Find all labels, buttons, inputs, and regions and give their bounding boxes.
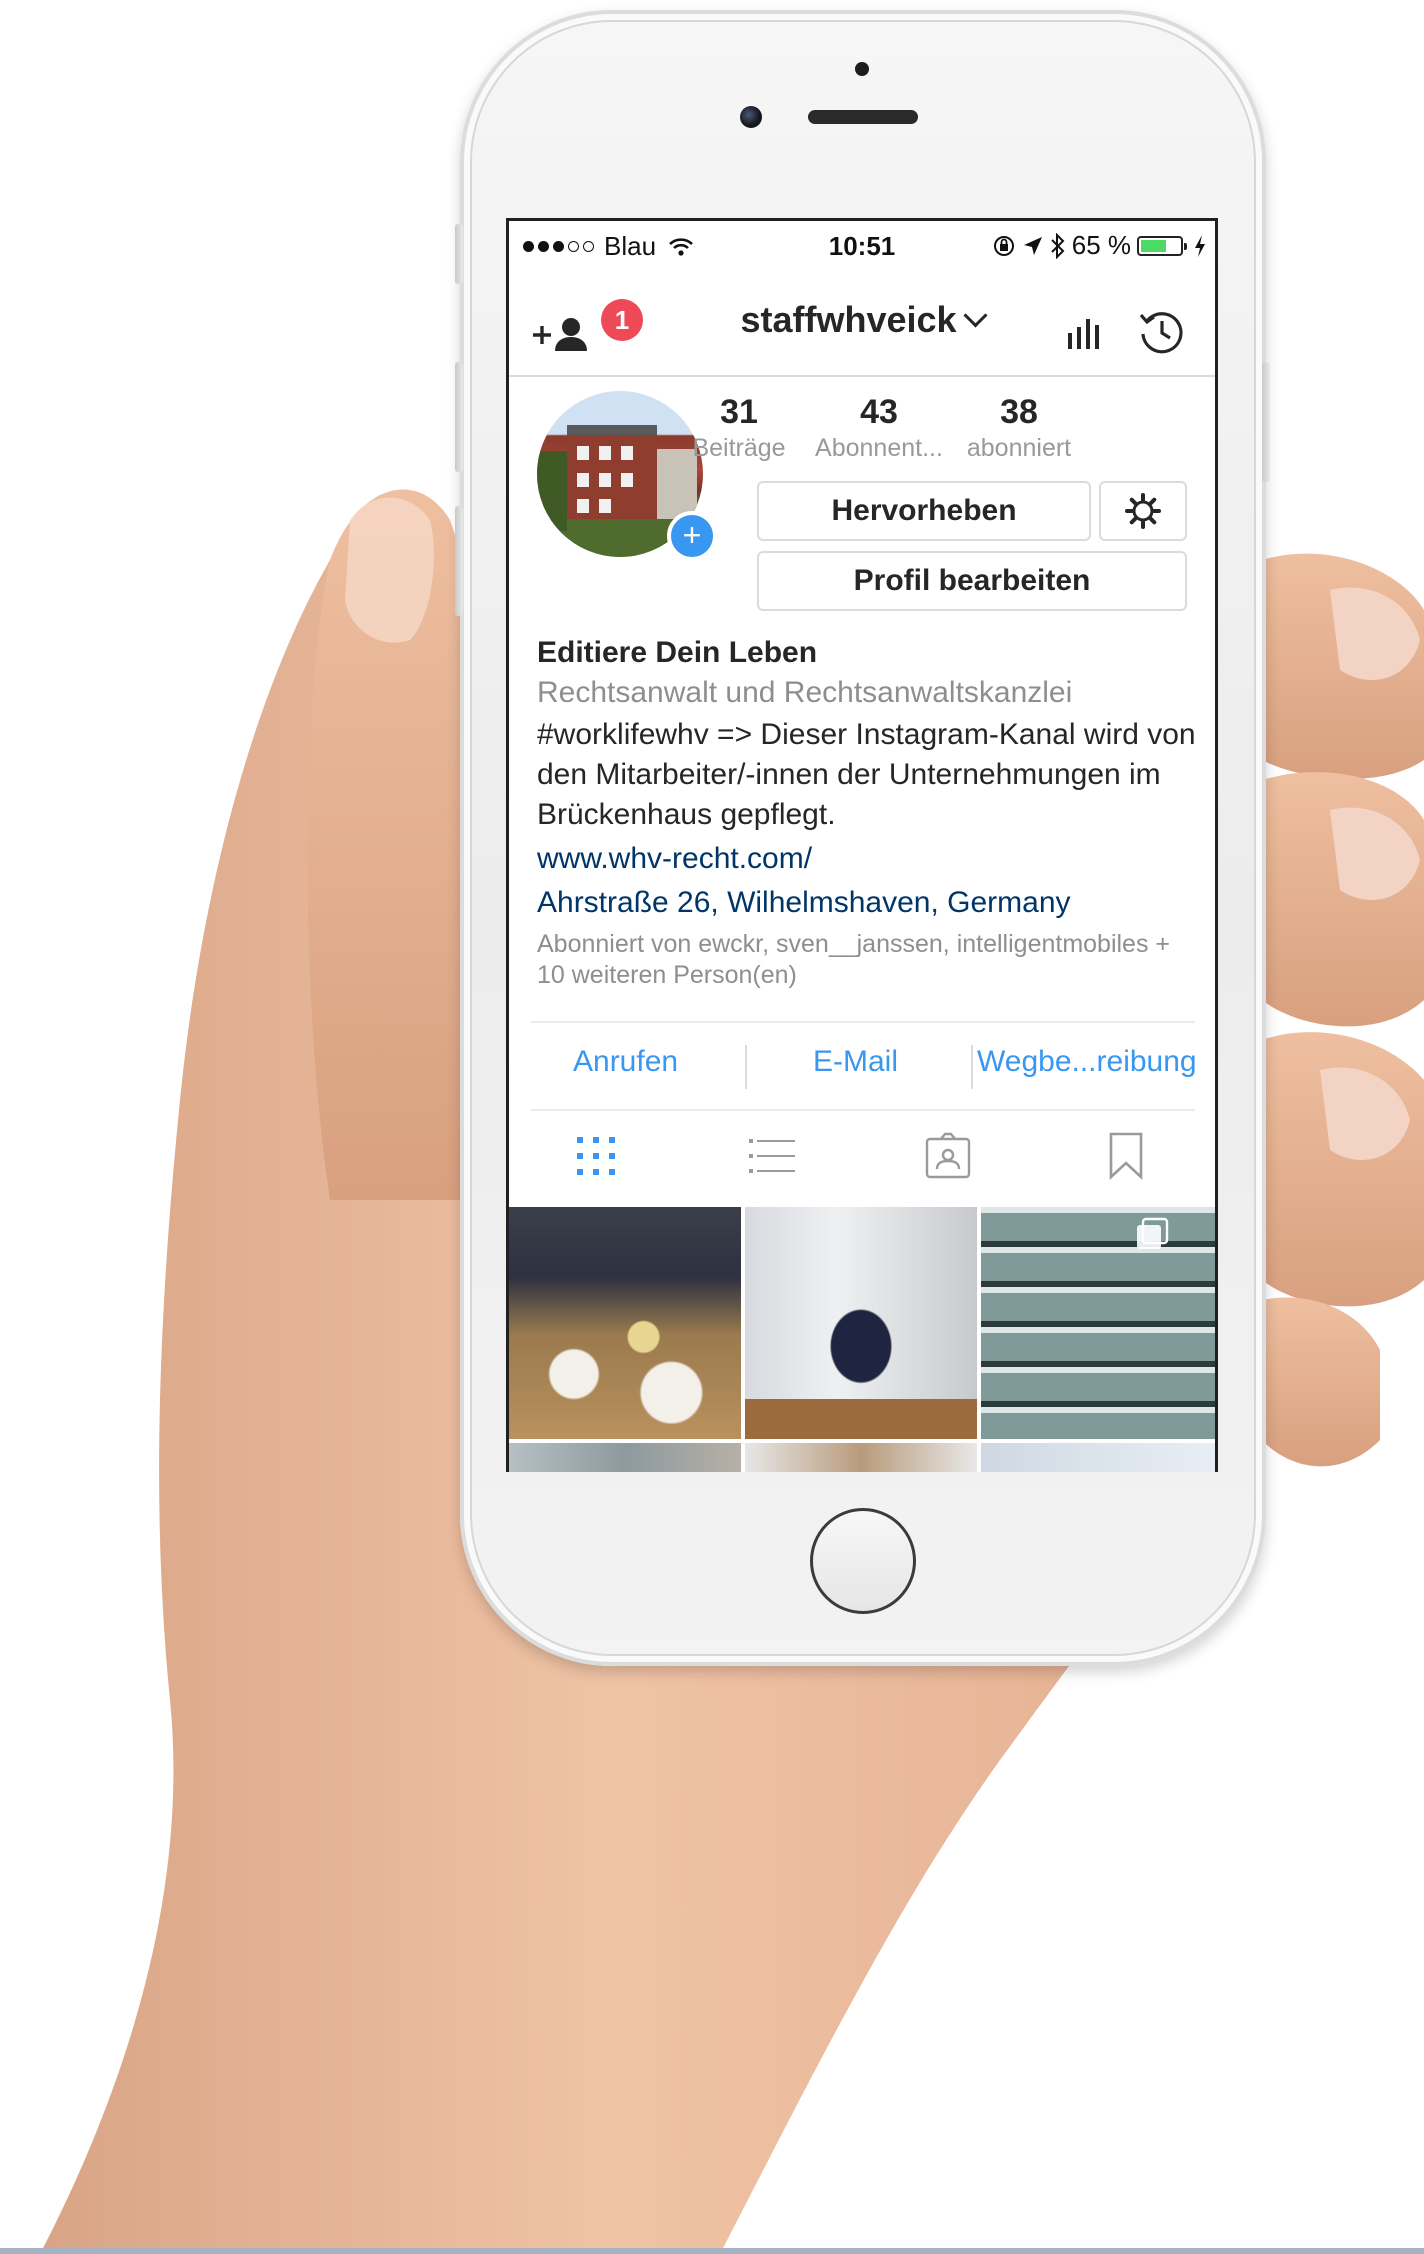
- following-value: 38: [1000, 393, 1038, 431]
- following-label: abonniert: [966, 434, 1072, 462]
- chevron-down-icon: [963, 303, 988, 328]
- status-bar: Blau 10:51 65 %: [509, 221, 1215, 271]
- post-thumbnail[interactable]: [745, 1443, 977, 1472]
- divider: [971, 1045, 973, 1089]
- battery-fill: [1141, 239, 1166, 252]
- insights-icon[interactable]: [1065, 313, 1105, 353]
- followers-count[interactable]: 43 Abonnent...: [799, 393, 959, 463]
- highlight-button[interactable]: Hervorheben: [757, 481, 1091, 541]
- grid-icon[interactable]: [571, 1131, 621, 1181]
- status-icons: 65 %: [992, 230, 1207, 261]
- post-thumbnail[interactable]: [509, 1207, 741, 1439]
- posts-label: Beiträge: [692, 434, 786, 462]
- post-thumbnail[interactable]: [745, 1207, 977, 1439]
- list-icon[interactable]: [747, 1131, 797, 1181]
- following-count[interactable]: 38 abonniert: [939, 393, 1099, 463]
- gear-icon: [1125, 493, 1161, 529]
- post-thumbnail[interactable]: [981, 1207, 1215, 1439]
- add-story-button[interactable]: +: [667, 511, 717, 561]
- charging-icon: [1195, 234, 1205, 257]
- profile-header: 1 staffwhveick: [509, 271, 1215, 377]
- followers-label: Abonnent...: [815, 434, 943, 462]
- saved-icon[interactable]: [1101, 1131, 1151, 1181]
- home-button[interactable]: [810, 1508, 916, 1614]
- followers-value: 43: [860, 393, 898, 431]
- divider: [745, 1045, 747, 1089]
- volume-down-button: [455, 506, 463, 616]
- address-link[interactable]: Ahrstraße 26, Wilhelmshaven, Germany: [537, 883, 1197, 923]
- edit-profile-button[interactable]: Profil bearbeiten: [757, 551, 1187, 611]
- battery-icon: [1137, 235, 1187, 256]
- profile-bio: Editiere Dein Leben Rechtsanwalt und Rec…: [537, 633, 1197, 923]
- archive-icon[interactable]: [1137, 307, 1187, 357]
- post-thumbnail[interactable]: [509, 1443, 741, 1472]
- bio-category: Rechtsanwalt und Rechtsanwaltskanzlei: [537, 676, 1073, 709]
- phone-screen: Blau 10:51 65 % 1 staffwhveick + 31 Beit…: [506, 218, 1218, 1472]
- mute-switch: [455, 224, 463, 284]
- website-link[interactable]: www.whv-recht.com/: [537, 839, 1197, 879]
- directions-button[interactable]: Wegbe...reibung: [977, 1045, 1197, 1079]
- post-thumbnail[interactable]: [981, 1443, 1215, 1472]
- contact-options: Anrufen E-Mail Wegbe...reibung: [531, 1021, 1197, 1111]
- bio-text: #worklifewhv => Dieser Instagram-Kanal w…: [537, 718, 1196, 831]
- location-icon: [1023, 236, 1042, 255]
- call-button[interactable]: Anrufen: [573, 1045, 678, 1079]
- earpiece-speaker: [808, 110, 918, 124]
- settings-button[interactable]: [1099, 481, 1187, 541]
- email-button[interactable]: E-Mail: [813, 1045, 898, 1079]
- username: staffwhveick: [740, 299, 957, 340]
- multiple-photos-icon: [1137, 1217, 1169, 1249]
- battery-percent: 65 %: [1071, 230, 1131, 260]
- bio-name: Editiere Dein Leben: [537, 636, 818, 669]
- volume-up-button: [455, 362, 463, 472]
- followed-by-text[interactable]: Abonniert von ewckr, sven__janssen, inte…: [537, 929, 1187, 991]
- power-button: [1262, 362, 1270, 482]
- posts-count[interactable]: 31 Beiträge: [659, 393, 819, 463]
- bluetooth-icon: [1051, 232, 1065, 259]
- account-switcher[interactable]: staffwhveick: [509, 299, 1215, 341]
- rotation-lock-icon: [993, 235, 1014, 256]
- posts-value: 31: [720, 393, 758, 431]
- proximity-sensor: [855, 62, 869, 76]
- front-camera: [740, 106, 762, 128]
- bottom-strip: [0, 2248, 1424, 2254]
- tagged-icon[interactable]: [923, 1131, 973, 1181]
